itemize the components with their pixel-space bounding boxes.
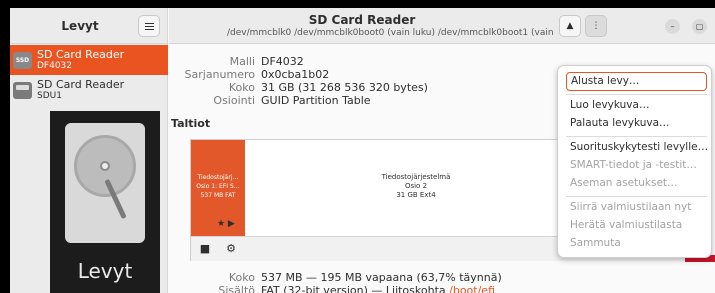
hamburger-icon — [145, 23, 154, 24]
hamburger-icon-line — [145, 26, 154, 27]
menu-separator — [566, 136, 707, 137]
sidebar-header: Levyt — [10, 8, 168, 44]
drive-id: SDU1 — [37, 91, 62, 101]
menu-item-restore-image[interactable]: Palauta levykuva… — [566, 115, 707, 134]
maximize-button[interactable]: ▢ — [692, 19, 707, 34]
size-value: 31 GB (31 268 536 320 bytes) — [261, 81, 428, 94]
window-title: SD Card Reader — [308, 13, 416, 27]
hard-drive-icon — [65, 123, 145, 243]
serial-value: 0x0cba1b02 — [261, 68, 330, 81]
sidebar-item-sd-card-reader-df4032[interactable]: SSD SD Card Reader DF4032 — [10, 45, 168, 75]
hamburger-menu-button[interactable] — [138, 15, 160, 37]
menu-item-benchmark[interactable]: Suorituskykytesti levylle… — [566, 139, 708, 158]
menu-item-standby-now: Siirrä valmiustilaan nyt — [570, 201, 692, 213]
partitioning-label: Osiointi — [213, 94, 255, 107]
drive-menu-button[interactable]: ⋮ — [585, 15, 607, 37]
header-bar: SD Card Reader /dev/mmcblk0 /dev/mmcblk0… — [169, 8, 715, 44]
drive-id: DF4032 — [37, 61, 73, 71]
partition-type: Tiedostojärj… — [197, 174, 239, 181]
serial-label: Sarjanumero — [184, 68, 255, 81]
unmount-button[interactable]: ■ — [195, 239, 215, 259]
partition-name: Osio 1: EFI S… — [196, 183, 240, 190]
menu-item-wake-up: Herätä valmiustilasta — [570, 219, 683, 231]
app-title: Levyt — [61, 19, 99, 33]
eject-icon: ▲ — [566, 21, 574, 31]
disks-window: Levyt SSD SD Card Reader DF4032 SD Card … — [10, 8, 715, 293]
menu-item-create-image[interactable]: Luo levykuva… — [566, 97, 707, 116]
mounted-boot-icons: ★ ▶ — [217, 219, 235, 229]
volume-contents-label: Sisältö — [218, 284, 255, 293]
splash-label: Levyt — [77, 259, 133, 283]
sidebar-item-sd-card-reader-sdu1[interactable]: SD Card Reader SDU1 — [10, 75, 168, 105]
menu-separator — [566, 196, 707, 197]
menu-item-drive-settings: Aseman asetukset… — [570, 177, 678, 189]
stop-icon: ■ — [199, 242, 211, 255]
disks-app-splash: Levyt — [50, 111, 160, 293]
partition-efi[interactable]: Tiedostojärj… Osio 1: EFI S… 537 MB FAT … — [191, 140, 245, 236]
sd-card-icon — [13, 82, 32, 99]
gear-icon: ⚙ — [226, 242, 236, 255]
volume-size-label: Koko — [228, 271, 255, 284]
top-black-bar — [0, 0, 715, 8]
platter — [74, 135, 136, 197]
partition-options-button[interactable]: ⚙ — [221, 239, 241, 259]
size-label: Koko — [228, 81, 255, 94]
drive-menu-popover: Alusta levy… Luo levykuva… Palauta levyk… — [557, 65, 712, 258]
partitioning-value: GUID Partition Table — [261, 94, 371, 107]
eject-button[interactable]: ▲ — [559, 15, 581, 37]
drive-name: SD Card Reader — [37, 78, 125, 91]
partition-name: Osio 2 — [404, 182, 428, 190]
menu-separator — [566, 94, 707, 95]
contents-text: FAT (32-bit version) — Liitoskohta — [261, 284, 450, 293]
volumes-heading: Taltiot — [171, 117, 211, 130]
partition-size: 537 MB FAT — [200, 192, 236, 199]
menu-item-power-off: Sammuta — [570, 237, 621, 249]
window-subtitle: /dev/mmcblk0 /dev/mmcblk0boot0 (vain luk… — [227, 28, 555, 38]
menu-item-smart: SMART-tiedot ja -testit… — [570, 159, 697, 171]
spindle — [100, 161, 110, 171]
sidebar: Levyt SSD SD Card Reader DF4032 SD Card … — [10, 8, 168, 293]
volume-size-value: 537 MB — 195 MB vapaana (63,7% täynnä) — [261, 271, 502, 284]
menu-item-format-disk[interactable]: Alusta levy… — [566, 72, 707, 91]
maximize-icon: ▢ — [695, 22, 704, 31]
partition-size: 31 GB Ext4 — [396, 191, 436, 199]
minimize-button[interactable]: – — [665, 19, 680, 34]
drive-name: SD Card Reader — [37, 48, 125, 61]
ssd-icon: SSD — [13, 52, 32, 69]
hamburger-icon-line — [145, 29, 154, 30]
model-value: DF4032 — [261, 55, 304, 68]
model-label: Malli — [229, 55, 255, 68]
partition-type: Tiedostojärjestelmä — [381, 173, 451, 181]
kebab-menu-icon: ⋮ — [591, 21, 601, 31]
mount-point-link[interactable]: /boot/efi — [449, 284, 495, 293]
minimize-icon: – — [670, 22, 675, 31]
volume-contents-value: FAT (32-bit version) — Liitoskohta /boot… — [261, 284, 495, 293]
